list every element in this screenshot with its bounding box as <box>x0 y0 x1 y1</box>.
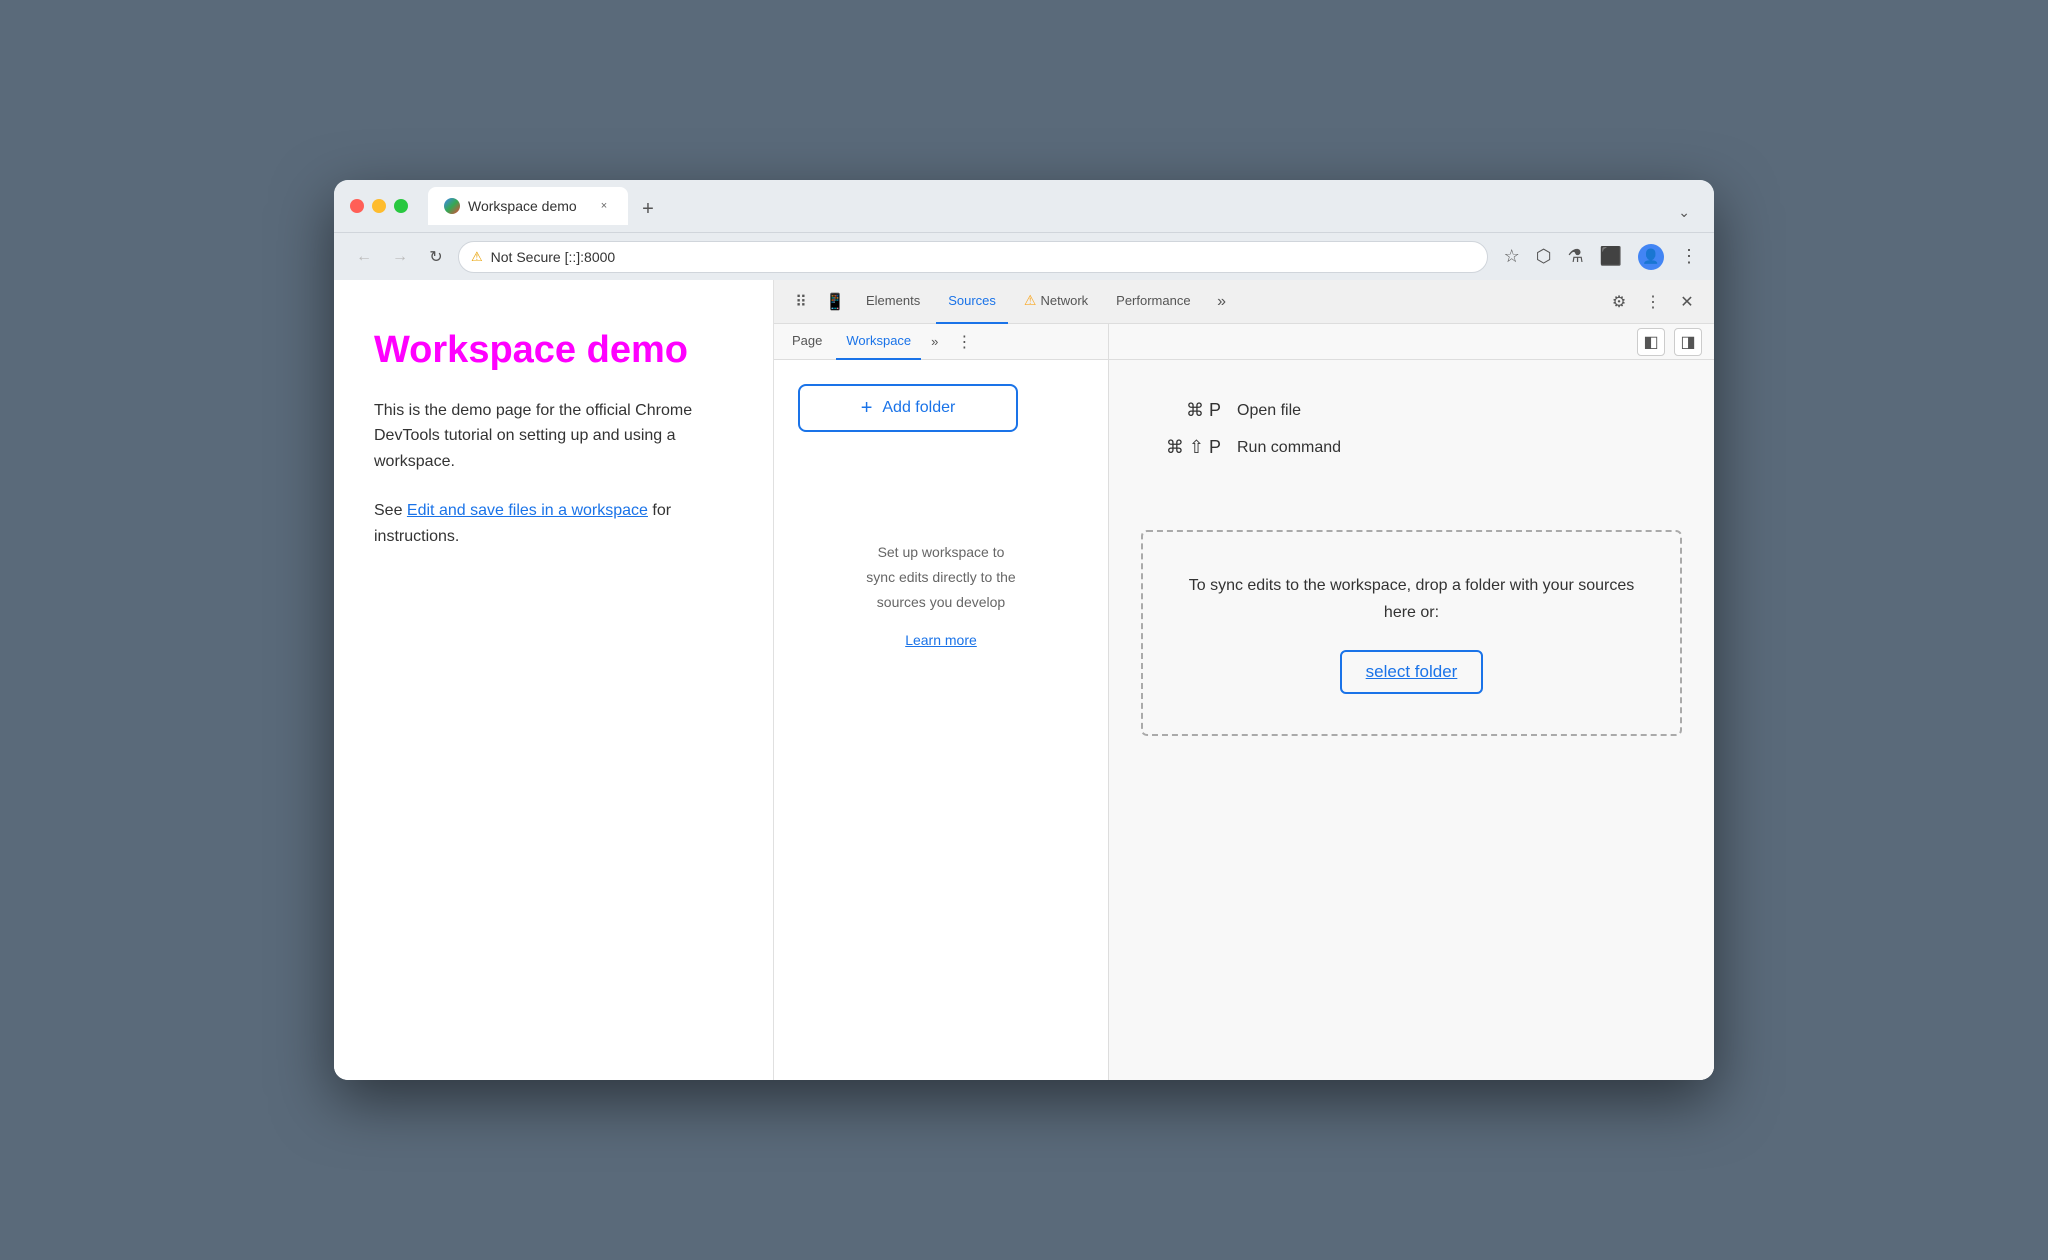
nav-icons: ☆ ⬡ ⚗ ⬛ 👤 ⋮ <box>1504 244 1698 270</box>
sources-sidebar: Page Workspace » ⋮ <box>774 324 1109 1080</box>
page-description: This is the demo page for the official C… <box>374 398 733 475</box>
workspace-tab-label: Workspace <box>846 333 911 348</box>
page-tab-label: Page <box>792 333 822 348</box>
sources-tab-page[interactable]: Page <box>782 324 832 360</box>
devtools-toolbar: ⠿ 📱 Elements Sources ⚠ Network <box>774 280 1714 324</box>
devtools-menu-button[interactable]: ⋮ <box>1638 287 1668 317</box>
device-toggle-button[interactable]: 📱 <box>820 287 850 317</box>
forward-button[interactable]: → <box>386 243 414 271</box>
sidebar-toggle-right-button[interactable]: ◨ <box>1674 328 1702 356</box>
run-command-shortcut-keys: ⌘ ⇧ P <box>1141 437 1221 458</box>
inspector-toggle-button[interactable]: ⠿ <box>786 287 816 317</box>
open-file-shortcut-desc: Open file <box>1237 402 1301 420</box>
maximize-button[interactable] <box>394 199 408 213</box>
more-tabs-icon: » <box>1217 293 1226 311</box>
elements-tab-label: Elements <box>866 293 920 308</box>
network-tab-warning: ⚠ Network <box>1024 292 1088 309</box>
tab-bar: Workspace demo × + ⌄ <box>428 187 1698 225</box>
sources-tab-menu-button[interactable]: ⋮ <box>950 332 978 352</box>
drop-zone: To sync edits to the workspace, drop a f… <box>1141 530 1682 736</box>
sidebar-toggle-left-icon: ◧ <box>1644 332 1659 352</box>
back-icon: ← <box>356 248 372 266</box>
layout-icon[interactable]: ⬛ <box>1600 246 1622 267</box>
tab-favicon <box>444 198 460 214</box>
sources-sidebar-content: + Add folder Set up workspace tosync edi… <box>774 360 1108 1080</box>
title-bar: Workspace demo × + ⌄ <box>334 180 1714 232</box>
sources-menu-icon: ⋮ <box>956 334 972 351</box>
close-button[interactable] <box>350 199 364 213</box>
devtools-menu-icon: ⋮ <box>1645 292 1661 312</box>
page-link-text: See Edit and save files in a workspace f… <box>374 498 733 549</box>
more-sources-tabs-button[interactable]: » <box>925 334 944 349</box>
sources-tab-label: Sources <box>948 293 996 308</box>
browser-window: Workspace demo × + ⌄ ← → ↻ ⚠ Not Secure … <box>334 180 1714 1080</box>
settings-button[interactable]: ⚙ <box>1604 287 1634 317</box>
add-folder-plus-icon: + <box>861 397 873 420</box>
refresh-icon: ↻ <box>429 247 442 267</box>
close-devtools-icon: ✕ <box>1680 292 1693 312</box>
warning-icon: ⚠ <box>1024 292 1037 309</box>
more-tabs-button[interactable]: » <box>1207 287 1237 317</box>
address-bar[interactable]: ⚠ Not Secure [::]:8000 <box>458 241 1488 273</box>
shortcut-row-open-file: ⌘ P Open file <box>1141 400 1682 421</box>
user-avatar[interactable]: 👤 <box>1638 244 1664 270</box>
shortcut-rows-area: ⌘ P Open file ⌘ ⇧ P Run command <box>1141 400 1682 474</box>
refresh-button[interactable]: ↻ <box>422 243 450 271</box>
devtools-toolbar-end: ⚙ ⋮ ✕ <box>1604 287 1702 317</box>
tab-elements[interactable]: Elements <box>854 280 932 324</box>
tab-performance[interactable]: Performance <box>1104 280 1202 324</box>
avatar-icon: 👤 <box>1642 248 1659 265</box>
chrome-menu-icon[interactable]: ⋮ <box>1680 246 1698 267</box>
workspace-link[interactable]: Edit and save files in a workspace <box>407 502 648 519</box>
browser-tab[interactable]: Workspace demo × <box>428 187 628 225</box>
inspector-icon: ⠿ <box>795 292 807 312</box>
navigation-bar: ← → ↻ ⚠ Not Secure [::]:8000 ☆ ⬡ ⚗ ⬛ 👤 ⋮ <box>334 232 1714 280</box>
tab-bar-end: ⌄ <box>1670 200 1698 225</box>
bookmark-icon[interactable]: ☆ <box>1504 246 1520 267</box>
learn-more-link[interactable]: Learn more <box>905 632 977 648</box>
minimize-button[interactable] <box>372 199 386 213</box>
drop-zone-text: To sync edits to the workspace, drop a f… <box>1175 572 1648 626</box>
shortcut-row-run-command: ⌘ ⇧ P Run command <box>1141 437 1682 458</box>
tab-list-chevron-icon[interactable]: ⌄ <box>1670 200 1698 225</box>
more-sources-icon: » <box>931 334 938 349</box>
workspace-info-text: Set up workspace tosync edits directly t… <box>866 540 1015 616</box>
network-tab-label: Network <box>1040 293 1088 308</box>
run-command-shortcut-desc: Run command <box>1237 439 1341 457</box>
tab-title: Workspace demo <box>468 198 588 214</box>
workspace-info: Set up workspace tosync edits directly t… <box>866 540 1015 648</box>
settings-icon: ⚙ <box>1612 292 1626 312</box>
security-warning-icon: ⚠ <box>471 249 483 265</box>
url-text: Not Secure [::]:8000 <box>491 249 616 265</box>
page-content: Workspace demo This is the demo page for… <box>334 280 774 1080</box>
traffic-lights <box>350 199 408 213</box>
sources-tabs: Page Workspace » ⋮ <box>774 324 1108 360</box>
add-folder-label: Add folder <box>882 399 955 417</box>
sidebar-toggle-left-button[interactable]: ◧ <box>1637 328 1665 356</box>
forward-icon: → <box>392 248 408 266</box>
add-folder-button[interactable]: + Add folder <box>798 384 1018 432</box>
sources-panel: Page Workspace » ⋮ <box>774 324 1714 1080</box>
tab-network[interactable]: ⚠ Network <box>1012 280 1100 324</box>
sources-tab-workspace[interactable]: Workspace <box>836 324 921 360</box>
sources-main-area: ◧ ◨ ⌘ P Open file <box>1109 324 1714 1080</box>
page-title: Workspace demo <box>374 328 733 374</box>
sidebar-toggle-right-icon: ◨ <box>1680 332 1695 352</box>
tab-sources[interactable]: Sources <box>936 280 1008 324</box>
new-tab-button[interactable]: + <box>632 193 664 225</box>
performance-tab-label: Performance <box>1116 293 1190 308</box>
open-file-shortcut-keys: ⌘ P <box>1141 400 1221 421</box>
sources-main-content: ⌘ P Open file ⌘ ⇧ P Run command To sync … <box>1109 360 1714 1080</box>
devtools-panel: ⠿ 📱 Elements Sources ⚠ Network <box>774 280 1714 1080</box>
device-icon: 📱 <box>825 292 845 312</box>
page-link-prefix: See <box>374 502 407 519</box>
tab-close-button[interactable]: × <box>596 198 612 214</box>
select-folder-button[interactable]: select folder <box>1340 650 1484 694</box>
main-content: Workspace demo This is the demo page for… <box>334 280 1714 1080</box>
back-button[interactable]: ← <box>350 243 378 271</box>
extension-icon[interactable]: ⬡ <box>1536 246 1552 267</box>
lab-icon[interactable]: ⚗ <box>1567 246 1583 267</box>
close-devtools-button[interactable]: ✕ <box>1672 287 1702 317</box>
sources-main-toolbar: ◧ ◨ <box>1109 324 1714 360</box>
